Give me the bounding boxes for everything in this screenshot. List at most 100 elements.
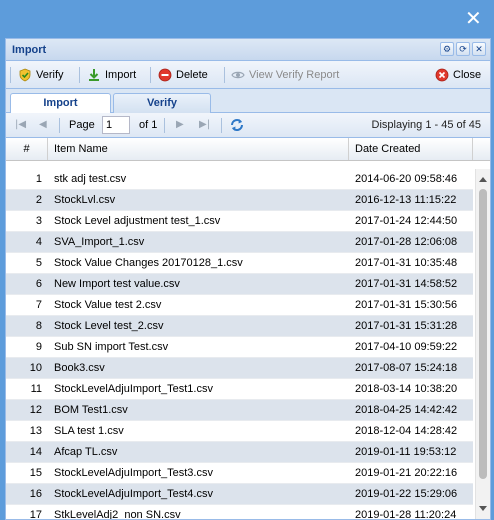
- verify-label: Verify: [36, 69, 64, 81]
- row-item-name: Afcap TL.csv: [54, 446, 118, 458]
- row-item-name: StockLevelAdjuImport_Test3.csv: [54, 467, 213, 479]
- row-number: 11: [30, 383, 42, 395]
- table-row[interactable]: 9 Sub SN import Test.csv 2017-04-10 09:59:…: [6, 337, 473, 358]
- view-verify-report-label: View Verify Report: [249, 69, 340, 81]
- toolbar-separator: [79, 67, 80, 83]
- toolbar: Verify Import Delete View Verify Report: [6, 61, 490, 89]
- close-icon[interactable]: ✕: [472, 42, 486, 56]
- grid-header: # Item Name Date Created: [6, 138, 490, 161]
- row-number: 1: [35, 173, 42, 185]
- grid-body: 1 stk adj test.csv 2014-06-20 09:58:46 2 Sto…: [6, 169, 473, 520]
- table-row[interactable]: 14 Afcap TL.csv 2019-01-11 19:53:12: [6, 442, 473, 463]
- row-date-created: 2017-01-31 15:30:56: [355, 299, 458, 311]
- table-row[interactable]: 3 Stock Level adjustment test_1.csv 2017-0…: [6, 211, 473, 232]
- close-circle-icon: [435, 68, 449, 82]
- table-row[interactable]: 11 StockLevelAdjuImport_Test1.csv 2018-03-…: [6, 379, 473, 400]
- row-date-created: 2017-01-31 14:58:52: [355, 278, 458, 290]
- tab-import[interactable]: Import: [10, 93, 111, 114]
- delete-label: Delete: [176, 69, 208, 81]
- view-verify-report-button[interactable]: View Verify Report: [231, 66, 339, 84]
- row-date-created: 2018-12-04 14:28:42: [355, 425, 458, 437]
- page-label: Page: [69, 119, 95, 131]
- table-row[interactable]: 17 StkLevelAdj2_non SN.csv 2019-01-28 11:2…: [6, 505, 473, 520]
- row-item-name: Stock Value test 2.csv: [54, 299, 162, 311]
- panel-tools: ⚙ ⟳ ✕: [440, 42, 486, 56]
- table-row[interactable]: 6 New Import test value.csv 2017-01-31 14:…: [6, 274, 473, 295]
- close-button[interactable]: Close: [435, 66, 481, 84]
- row-item-name: New Import test value.csv: [54, 278, 180, 290]
- row-number: 15: [29, 467, 42, 479]
- table-row[interactable]: 16 StockLevelAdjuImport_Test4.csv 2019-01-…: [6, 484, 473, 505]
- row-number: 14: [29, 446, 42, 458]
- row-item-name: SLA test 1.csv: [54, 425, 124, 437]
- column-header-item-name[interactable]: Item Name: [48, 138, 349, 160]
- row-date-created: 2019-01-22 15:29:06: [355, 488, 458, 500]
- pager-separator: [59, 118, 60, 133]
- refresh-icon[interactable]: [229, 117, 245, 133]
- next-page-icon[interactable]: ▶: [176, 119, 184, 130]
- refresh-icon[interactable]: ⟳: [456, 42, 470, 56]
- scroll-up-icon[interactable]: [479, 177, 487, 182]
- vertical-scrollbar[interactable]: [475, 169, 490, 519]
- row-item-name: Book3.csv: [54, 362, 105, 374]
- row-item-name: StockLevelAdjuImport_Test4.csv: [54, 488, 213, 500]
- row-number: 4: [35, 236, 42, 248]
- first-page-icon[interactable]: |◀: [15, 119, 26, 130]
- row-number: 12: [29, 404, 42, 416]
- import-button[interactable]: Import: [87, 66, 136, 84]
- scroll-thumb[interactable]: [479, 189, 487, 479]
- table-row[interactable]: 5 Stock Value Changes 20170128_1.csv 2017-…: [6, 253, 473, 274]
- window-close-button[interactable]: ✕: [465, 8, 482, 28]
- tab-strip: Import Verify: [6, 89, 490, 114]
- row-date-created: 2017-08-07 15:24:18: [355, 362, 458, 374]
- pagination-toolbar: |◀ ◀ Page of 1 ▶ ▶| Displaying 1 - 45 of…: [6, 113, 490, 138]
- row-date-created: 2017-01-31 10:35:48: [355, 257, 458, 269]
- last-page-icon[interactable]: ▶|: [199, 119, 210, 130]
- row-date-created: 2017-04-10 09:59:22: [355, 341, 458, 353]
- row-number: 10: [29, 362, 42, 374]
- import-panel: Import ⚙ ⟳ ✕ Verify Import Delete View V…: [5, 38, 491, 520]
- import-label: Import: [105, 69, 137, 81]
- row-number: 17: [29, 509, 42, 520]
- row-date-created: 2018-03-14 10:38:20: [355, 383, 458, 395]
- row-date-created: 2018-04-25 14:42:42: [355, 404, 458, 416]
- table-row[interactable]: 10 Book3.csv 2017-08-07 15:24:18: [6, 358, 473, 379]
- scroll-down-icon[interactable]: [479, 506, 487, 511]
- pager-separator: [164, 118, 165, 133]
- shield-check-icon: [18, 68, 32, 82]
- table-row[interactable]: 7 Stock Value test 2.csv 2017-01-31 15:30:…: [6, 295, 473, 316]
- row-date-created: 2019-01-11 19:53:12: [355, 446, 457, 458]
- panel-header: Import ⚙ ⟳ ✕: [6, 39, 490, 61]
- displaying-count: Displaying 1 - 45 of 45: [371, 119, 481, 131]
- row-item-name: StockLvl.csv: [54, 194, 116, 206]
- row-date-created: 2017-01-31 15:31:28: [355, 320, 458, 332]
- table-row[interactable]: 8 Stock Level test_2.csv 2017-01-31 15:31:…: [6, 316, 473, 337]
- row-item-name: stk adj test.csv: [54, 173, 127, 185]
- table-row[interactable]: 4 SVA_Import_1.csv 2017-01-28 12:06:08: [6, 232, 473, 253]
- delete-icon: [158, 68, 172, 82]
- row-number: 13: [29, 425, 42, 437]
- page-number-input[interactable]: [102, 116, 130, 134]
- delete-button[interactable]: Delete: [158, 66, 208, 84]
- table-row[interactable]: 2 StockLvl.csv 2016-12-13 11:15:22: [6, 190, 473, 211]
- prev-page-icon[interactable]: ◀: [39, 119, 47, 130]
- gear-icon[interactable]: ⚙: [440, 42, 454, 56]
- row-date-created: 2017-01-24 12:44:50: [355, 215, 458, 227]
- row-number: 6: [35, 278, 42, 290]
- row-item-name: Stock Level adjustment test_1.csv: [54, 215, 221, 227]
- table-row[interactable]: 15 StockLevelAdjuImport_Test3.csv 2019-01-…: [6, 463, 473, 484]
- tab-verify[interactable]: Verify: [113, 93, 211, 113]
- column-header-date-created[interactable]: Date Created: [349, 138, 473, 160]
- row-date-created: 2019-01-21 20:22:16: [355, 467, 458, 479]
- row-date-created: 2014-06-20 09:58:46: [355, 173, 458, 185]
- column-header-number[interactable]: #: [6, 138, 48, 160]
- pager-separator: [221, 118, 222, 133]
- row-date-created: 2019-01-28 11:20:24: [355, 509, 457, 520]
- table-row[interactable]: 12 BOM Test1.csv 2018-04-25 14:42:42: [6, 400, 473, 421]
- row-number: 5: [35, 257, 42, 269]
- table-row[interactable]: 13 SLA test 1.csv 2018-12-04 14:28:42: [6, 421, 473, 442]
- verify-button[interactable]: Verify: [18, 66, 64, 84]
- row-item-name: BOM Test1.csv: [54, 404, 128, 416]
- row-item-name: StkLevelAdj2_non SN.csv: [54, 509, 181, 520]
- table-row[interactable]: 1 stk adj test.csv 2014-06-20 09:58:46: [6, 169, 473, 190]
